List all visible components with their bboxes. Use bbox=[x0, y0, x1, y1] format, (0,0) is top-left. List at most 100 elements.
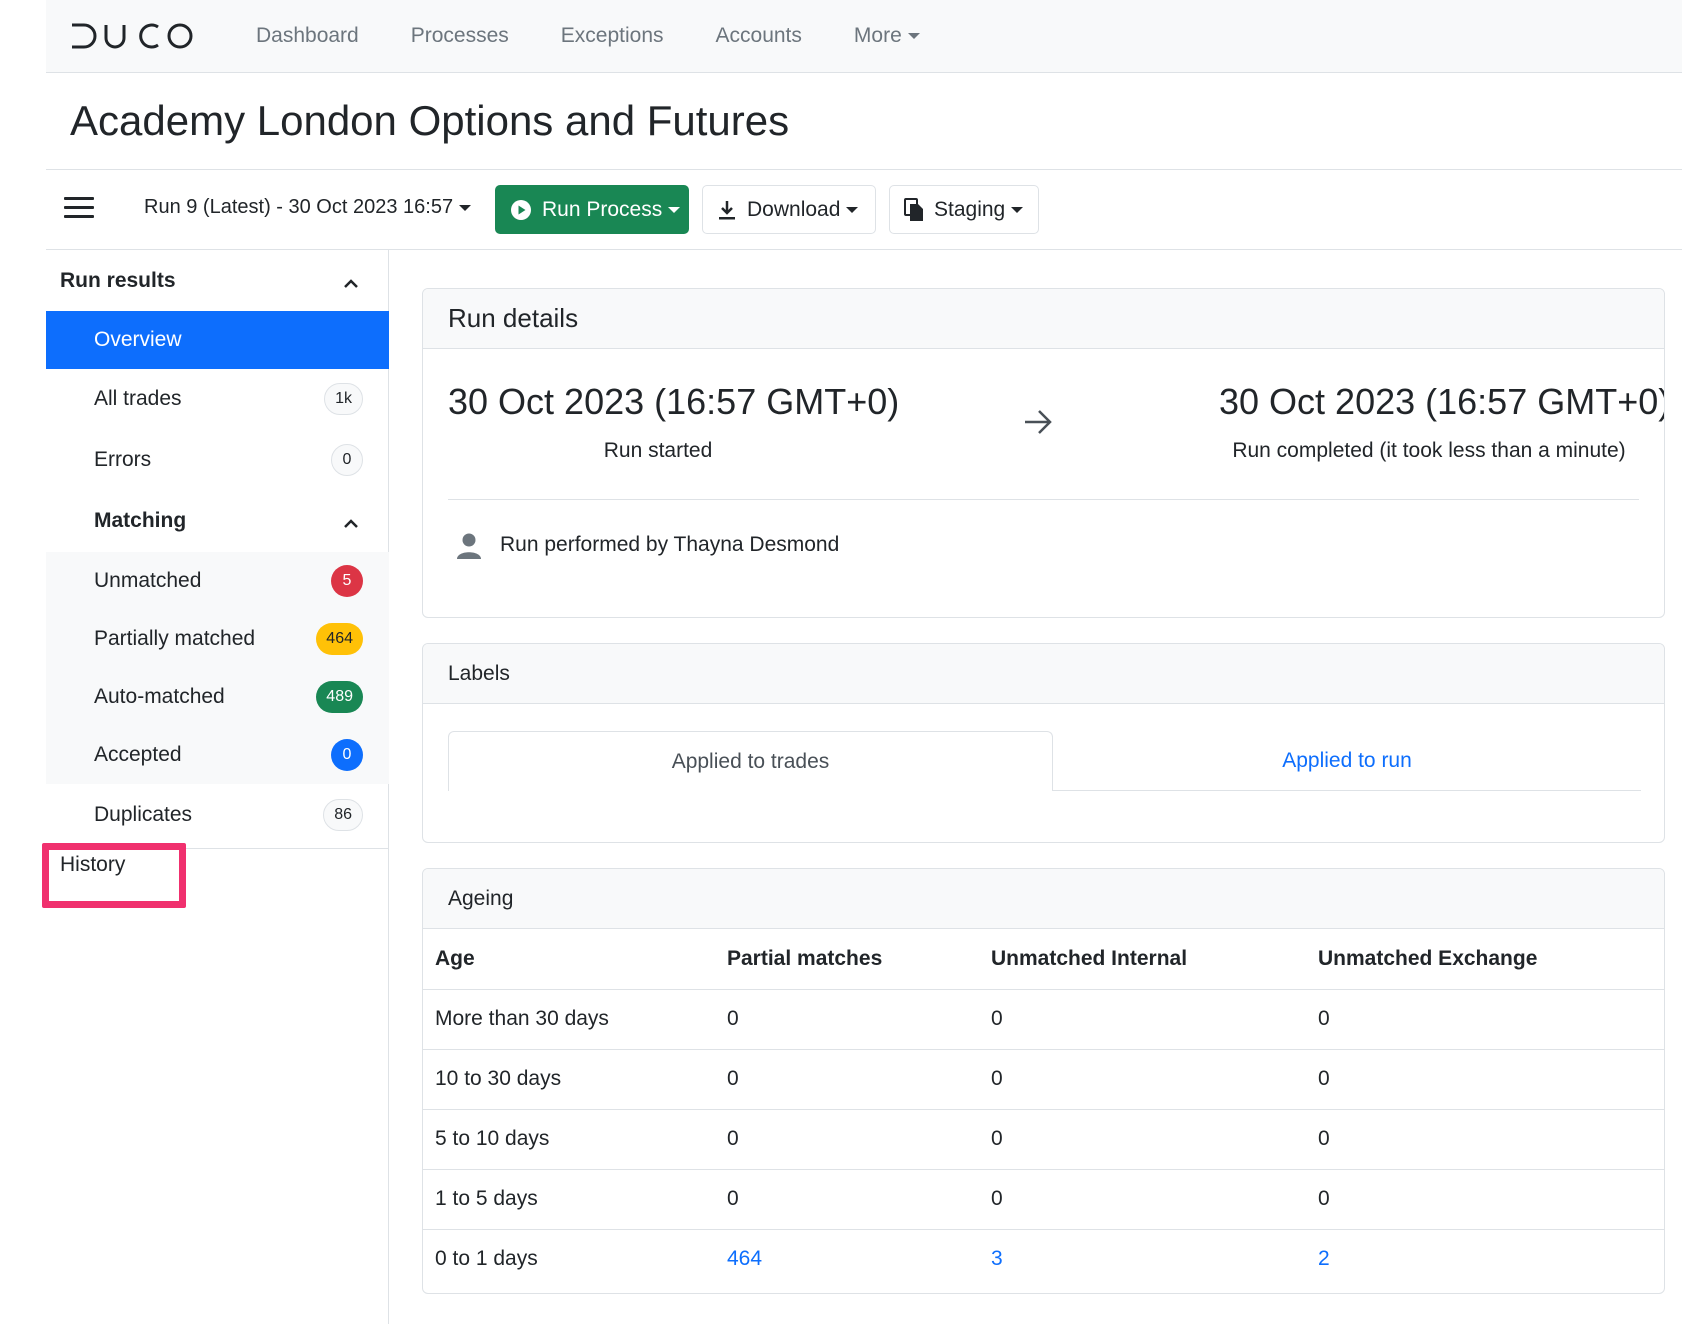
run-details-card: Run details 30 Oct 2023 (16:57 GMT+0) Ru… bbox=[422, 288, 1665, 618]
table-cell: 0 to 1 days bbox=[435, 1247, 538, 1271]
duco-logo[interactable] bbox=[70, 18, 194, 54]
sidebar-item-auto-matched[interactable]: Auto-matched 489 bbox=[46, 668, 389, 726]
run-performed-by: Run performed by Thayna Desmond bbox=[500, 533, 840, 556]
count-badge: 489 bbox=[316, 681, 363, 713]
table-cell: 0 bbox=[715, 1109, 979, 1170]
caret-down-icon bbox=[846, 206, 859, 213]
table-cell: 0 bbox=[979, 989, 1306, 1050]
run-results-label: Run results bbox=[60, 269, 176, 292]
download-label: Download bbox=[747, 197, 841, 221]
title-bar: Academy London Options and Futures bbox=[46, 73, 1682, 170]
staging-label: Staging bbox=[934, 197, 1006, 221]
unmatched-exchange-link[interactable]: 2 bbox=[1306, 1229, 1664, 1289]
download-icon bbox=[717, 199, 737, 221]
tab-applied-to-run[interactable]: Applied to run bbox=[1053, 731, 1641, 791]
count-badge: 464 bbox=[316, 623, 363, 655]
sidebar-item-label: All trades bbox=[94, 387, 182, 410]
table-row: 1 to 5 days 0 0 0 bbox=[423, 1169, 1664, 1230]
table-cell: 0 bbox=[979, 1049, 1306, 1110]
count-badge: 0 bbox=[331, 444, 363, 476]
sidebar-item-unmatched[interactable]: Unmatched 5 bbox=[46, 552, 389, 610]
nav-more-label: More bbox=[853, 24, 902, 47]
table-row: 10 to 30 days 0 0 0 bbox=[423, 1049, 1664, 1110]
nav-dashboard[interactable]: Dashboard bbox=[256, 24, 359, 48]
sidebar-item-errors[interactable]: Errors 0 bbox=[46, 431, 389, 489]
run-process-label: Run Process bbox=[542, 197, 663, 221]
matching-label: Matching bbox=[94, 509, 187, 532]
sidebar-item-label: Auto-matched bbox=[94, 685, 225, 708]
run-selector-dropdown[interactable]: Run 9 (Latest) - 30 Oct 2023 16:57 bbox=[144, 196, 472, 219]
run-details-header: Run details bbox=[423, 289, 1664, 349]
chevron-up-icon bbox=[343, 271, 359, 295]
tab-applied-to-trades[interactable]: Applied to trades bbox=[448, 731, 1053, 791]
run-selector-label: Run 9 (Latest) - 30 Oct 2023 16:57 bbox=[144, 196, 454, 218]
ageing-header: Ageing bbox=[423, 869, 1664, 929]
duco-logo-mark bbox=[72, 23, 193, 49]
table-cell: 0 bbox=[1306, 989, 1664, 1050]
unmatched-internal-link[interactable]: 3 bbox=[979, 1229, 1306, 1289]
table-cell: 0 bbox=[1306, 1169, 1664, 1230]
caret-down-icon bbox=[459, 204, 472, 211]
sidebar-item-label: Duplicates bbox=[94, 803, 193, 826]
table-cell: 0 bbox=[979, 1109, 1306, 1170]
sidebar-item-partially-matched[interactable]: Partially matched 464 bbox=[46, 610, 389, 668]
labels-header: Labels bbox=[423, 644, 1664, 704]
run-end-date: 30 Oct 2023 (16:57 GMT+0) bbox=[1219, 381, 1665, 422]
staging-button[interactable]: Staging bbox=[889, 185, 1039, 234]
nav-more-dropdown[interactable]: More bbox=[854, 24, 920, 48]
count-badge: 0 bbox=[331, 739, 363, 771]
sidebar-item-all-trades[interactable]: All trades 1k bbox=[46, 370, 389, 428]
nav-processes[interactable]: Processes bbox=[411, 24, 509, 48]
nav-exceptions[interactable]: Exceptions bbox=[561, 24, 664, 48]
sidebar-run-results-header[interactable]: Run results bbox=[46, 253, 389, 309]
caret-down-icon bbox=[907, 33, 920, 39]
top-navbar: Dashboard Processes Exceptions Accounts … bbox=[46, 0, 1682, 73]
table-cell: 1 to 5 days bbox=[423, 1169, 715, 1230]
download-button[interactable]: Download bbox=[702, 185, 876, 234]
column-header-partial-matches: Partial matches bbox=[715, 929, 979, 990]
count-badge: 1k bbox=[324, 383, 363, 415]
run-start-label: Run started bbox=[603, 439, 713, 462]
table-cell: 0 bbox=[715, 1049, 979, 1110]
table-row: 5 to 10 days 0 0 0 bbox=[423, 1109, 1664, 1170]
sidebar-item-overview[interactable]: Overview bbox=[46, 311, 389, 369]
ageing-table: Age Partial matches Unmatched Internal U… bbox=[423, 929, 1664, 1289]
sidebar-item-label: Overview bbox=[94, 328, 182, 351]
table-row: More than 30 days 0 0 0 bbox=[423, 989, 1664, 1050]
run-completed-block: 30 Oct 2023 (16:57 GMT+0) Run completed … bbox=[1219, 381, 1665, 463]
documents-icon bbox=[904, 197, 924, 222]
sidebar-item-label: Partially matched bbox=[94, 627, 256, 650]
table-header-row: Age Partial matches Unmatched Internal U… bbox=[423, 929, 1664, 990]
table-cell: 0 bbox=[715, 1169, 979, 1230]
nav-accounts[interactable]: Accounts bbox=[716, 24, 802, 48]
run-end-label: Run completed (it took less than a minut… bbox=[1232, 439, 1626, 462]
run-details-divider bbox=[448, 499, 1639, 500]
count-badge: 86 bbox=[323, 799, 363, 831]
run-started-block: 30 Oct 2023 (16:57 GMT+0) Run started bbox=[448, 381, 900, 463]
partial-matches-link[interactable]: 464 bbox=[715, 1229, 979, 1289]
table-row: 0 to 1 days 464 3 2 bbox=[423, 1229, 1664, 1289]
sidebar-matching-header[interactable]: Matching bbox=[46, 493, 389, 549]
chevron-up-icon bbox=[343, 511, 359, 535]
sidebar-item-history[interactable]: History bbox=[60, 853, 125, 877]
count-badge: 5 bbox=[331, 565, 363, 597]
hamburger-menu-icon[interactable] bbox=[64, 197, 94, 219]
sidebar-item-label: Errors bbox=[94, 448, 152, 471]
arrow-right-icon bbox=[1023, 409, 1053, 440]
app-root: Dashboard Processes Exceptions Accounts … bbox=[42, 0, 1682, 1324]
table-cell: More than 30 days bbox=[423, 989, 715, 1050]
sidebar-item-accepted[interactable]: Accepted 0 bbox=[46, 726, 389, 784]
table-cell: 0 bbox=[1306, 1109, 1664, 1170]
column-header-unmatched-internal: Unmatched Internal bbox=[979, 929, 1306, 990]
sidebar-item-duplicates[interactable]: Duplicates 86 bbox=[46, 786, 389, 844]
sidebar: Run results Overview All trades 1k Error… bbox=[42, 250, 389, 1324]
column-header-unmatched-exchange: Unmatched Exchange bbox=[1306, 929, 1664, 990]
sidebar-item-label: Accepted bbox=[94, 743, 182, 766]
run-start-date: 30 Oct 2023 (16:57 GMT+0) bbox=[448, 381, 900, 422]
labels-card: Labels Applied to trades Applied to run bbox=[422, 643, 1665, 843]
nav-links: Dashboard Processes Exceptions Accounts … bbox=[256, 0, 972, 72]
sidebar-item-label: Unmatched bbox=[94, 569, 202, 592]
person-icon bbox=[455, 532, 483, 560]
run-process-button[interactable]: Run Process bbox=[495, 185, 689, 234]
table-cell: 0 bbox=[1306, 1049, 1664, 1110]
